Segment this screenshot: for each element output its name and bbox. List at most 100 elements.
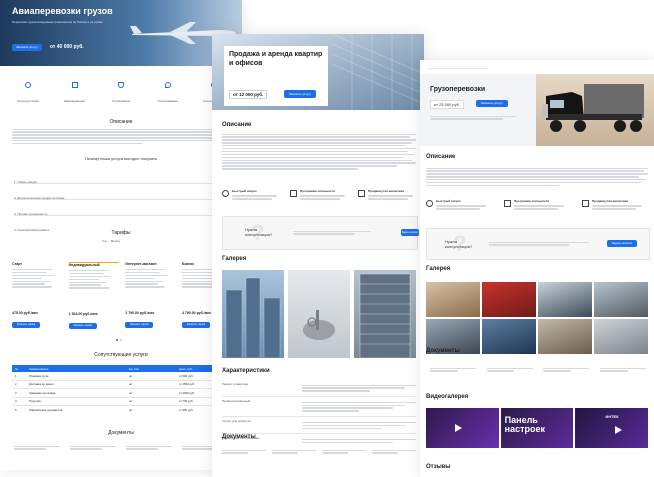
hero-subtitle: Перевозка грузов воздушным транспортом п… xyxy=(12,20,103,24)
clock-icon xyxy=(25,82,31,88)
chart-icon xyxy=(582,200,589,207)
feature-item: Авиаперевозка xyxy=(57,82,93,107)
right-order-button[interactable]: Заказать услугу xyxy=(476,100,508,107)
gallery-image[interactable] xyxy=(538,319,592,354)
right-documents-title: Документы xyxy=(426,348,460,354)
gallery-image[interactable] xyxy=(354,270,416,359)
tariff-price: 475.00 руб./мес xyxy=(12,311,39,315)
right-consult-box: ? Нужна консультация? Задать вопрос xyxy=(426,228,650,260)
document-item[interactable] xyxy=(272,448,316,455)
gallery-image[interactable] xyxy=(538,282,592,317)
why-item: 2. Дополнительная скидка за объём xyxy=(14,186,228,200)
play-icon[interactable] xyxy=(455,424,462,432)
gallery-image[interactable] xyxy=(482,282,536,317)
right-reviews-title: Отзывы xyxy=(426,464,451,470)
video-caption: Панель настроек xyxy=(504,415,546,435)
feature-item: Программа лояльности xyxy=(504,199,570,211)
center-header-image: Продажа и аренда квартир и офисов от 12 … xyxy=(212,34,424,110)
consult-button[interactable]: Задать вопрос xyxy=(607,240,637,247)
right-title: Грузоперевозки xyxy=(430,86,486,93)
tariff-order-button[interactable]: Заказать тариф xyxy=(68,323,97,329)
document-item[interactable] xyxy=(543,366,590,373)
tariff-order-button[interactable]: Заказать тариф xyxy=(12,322,40,328)
center-gallery-title: Галерея xyxy=(222,256,247,262)
tab-month[interactable]: Месяц xyxy=(111,239,120,244)
tariff-order-button[interactable]: Заказать тариф xyxy=(125,322,154,328)
document-item[interactable] xyxy=(599,366,646,373)
left-page-mockup: Авиаперевозки грузов Перевозка грузов во… xyxy=(0,0,242,470)
table-header: № Наименование Ед. изм Цена, руб. xyxy=(12,365,232,372)
gallery-image[interactable] xyxy=(594,282,648,317)
document-item[interactable] xyxy=(430,366,476,373)
feature-item: Сроки доставки xyxy=(10,82,46,107)
feature-item: Быстрый запуск xyxy=(222,189,280,201)
characteristic-row: Профессиональный xyxy=(222,397,416,418)
why-title: Почему наши услуги выгодно покупать xyxy=(84,156,158,161)
table-row: 4 Погрузка шт от 700 руб. xyxy=(12,398,232,406)
right-features: Быстрый запуск Программа лояльности Прод… xyxy=(426,199,648,211)
tariff-order-button[interactable]: Заказать тариф xyxy=(181,322,210,328)
hero-order-button[interactable]: Заказать услугу xyxy=(12,44,42,51)
table-row: 5 Оформление документов шт от 900 руб. xyxy=(15,407,194,412)
right-page-mockup: Грузоперевозки от 23 000 руб. Заказать у… xyxy=(420,60,654,477)
consult-button[interactable]: Задать вопрос xyxy=(401,229,419,236)
document-item[interactable] xyxy=(222,448,266,455)
feature-item: Отслеживание xyxy=(150,82,186,107)
document-item[interactable] xyxy=(70,444,116,451)
right-breadcrumb xyxy=(428,66,488,70)
hero-title: Авиаперевозки грузов xyxy=(12,6,113,16)
tariff-card: Интернет-магазин 2 790.00 руб./мес Заказ… xyxy=(125,262,175,336)
center-consult-box: ? Нужна консультация? Задать вопрос xyxy=(222,216,419,250)
gallery-image[interactable] xyxy=(288,270,350,358)
chart-icon xyxy=(358,190,365,197)
right-price: от 23 000 руб. xyxy=(430,100,465,109)
tariff-card: Индивидуальный 1 524.00 руб./мес Заказат… xyxy=(68,262,119,337)
feature-item: Страхование xyxy=(103,82,139,107)
center-price: от 12 000 руб. xyxy=(229,90,268,99)
feature-item: Продвинутая аналитика xyxy=(582,199,648,211)
video-thumbnail[interactable]: Панель настроек xyxy=(500,408,574,448)
left-description-title: Описание xyxy=(109,119,133,125)
document-item[interactable] xyxy=(486,366,533,373)
characteristic-row: Ремонт в квартире xyxy=(222,380,416,398)
right-gallery xyxy=(426,282,650,354)
left-features: Сроки доставки Авиаперевозка Страхование… xyxy=(10,82,232,107)
services-title: Сопутствующие услуги xyxy=(94,352,148,358)
gift-icon xyxy=(504,200,511,207)
tariff-card: Старт 475.00 руб./мес Заказать тариф xyxy=(12,262,62,336)
document-item[interactable] xyxy=(126,444,172,451)
gift-icon xyxy=(290,190,297,197)
tariff-name: Старт xyxy=(12,262,22,266)
gallery-image[interactable] xyxy=(482,319,536,354)
center-characteristics-title: Характеристики xyxy=(222,368,270,374)
tariffs-title: Тарифы xyxy=(111,230,131,236)
video-thumbnail[interactable] xyxy=(426,408,499,448)
document-item[interactable] xyxy=(322,448,366,455)
gallery-image[interactable] xyxy=(594,319,648,354)
left-description-text xyxy=(12,127,230,146)
center-order-button[interactable]: Заказать услугу xyxy=(284,90,316,98)
gallery-image[interactable] xyxy=(222,270,284,359)
play-icon[interactable] xyxy=(615,426,623,434)
video-thumbnail[interactable]: ИНТЕК xyxy=(575,408,649,448)
center-gallery xyxy=(222,270,416,359)
table-row: 1 Упаковка груза шт от 500 руб. xyxy=(12,372,232,381)
carousel-dots[interactable] xyxy=(116,339,122,341)
gallery-image[interactable] xyxy=(426,282,480,317)
left-documents-title: Документы xyxy=(108,430,134,436)
tab-year[interactable]: Год xyxy=(102,239,107,244)
document-item[interactable] xyxy=(372,448,416,455)
center-description-title: Описание xyxy=(222,122,252,128)
document-item[interactable] xyxy=(14,444,60,451)
right-video-gallery: Панель настроек ИНТЕК xyxy=(426,408,649,448)
rocket-icon xyxy=(222,190,229,197)
center-page-mockup: Продажа и аренда квартир и офисов от 12 … xyxy=(212,34,424,477)
table-row: 2 Доставка до двери шт от 1500 руб. xyxy=(12,381,232,389)
video-caption: ИНТЕК xyxy=(605,414,619,419)
tariff-price: 1 524.00 руб./мес xyxy=(68,312,98,316)
shield-icon xyxy=(118,82,124,88)
why-list: 1. Гибкие скидки 2. Дополнительная скидк… xyxy=(14,170,228,232)
hero-price: от 40 000 руб. xyxy=(50,44,84,50)
right-gallery-title: Галерея xyxy=(426,266,451,272)
map-pin-icon xyxy=(164,82,171,88)
